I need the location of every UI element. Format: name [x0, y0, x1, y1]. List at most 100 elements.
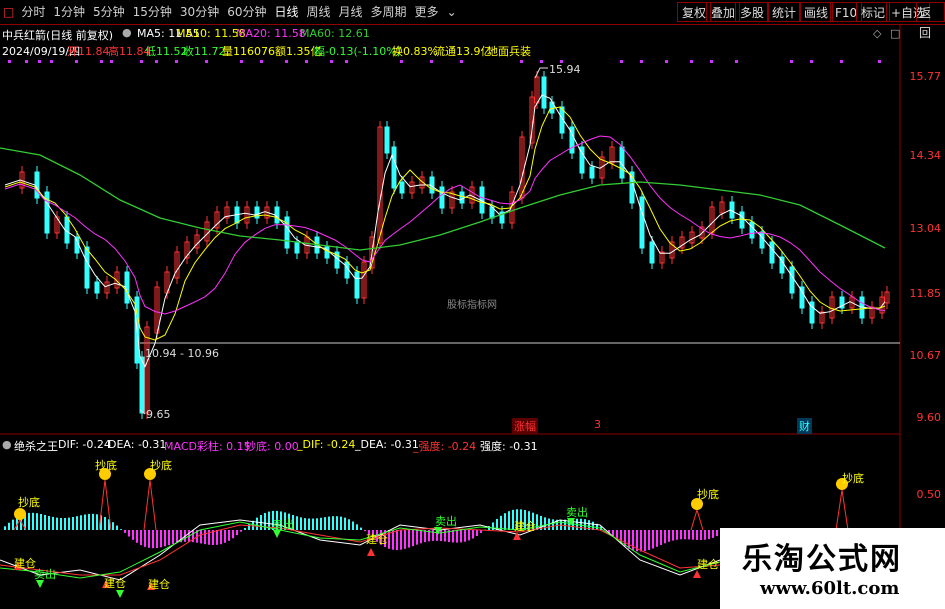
arrow-up-icon [367, 548, 375, 556]
macd-bar [4, 526, 6, 530]
candle-body [739, 211, 745, 229]
macd-bar [356, 524, 358, 530]
macd-bar [688, 530, 690, 540]
macd-bar [664, 530, 666, 544]
macd-bar [176, 530, 178, 543]
top-marker-dot [640, 60, 643, 63]
low-price-label: 9.65 [146, 408, 171, 421]
candle-body [354, 271, 360, 299]
macd-bar [476, 530, 478, 537]
candle-body [759, 231, 765, 249]
macd-bar [32, 512, 34, 530]
candle-body [94, 281, 100, 294]
signal-spike [690, 508, 704, 531]
top-marker-dot [790, 60, 793, 63]
macd-bar [316, 518, 318, 530]
macd-bar [44, 514, 46, 530]
top-marker-dot [840, 60, 843, 63]
macd-bar [104, 516, 106, 530]
macd-bar [716, 530, 718, 537]
macd-bar [300, 517, 302, 530]
macd-bar [304, 518, 306, 530]
event-mark[interactable]: 3 [594, 418, 601, 431]
center-watermark: 股标指标网 [447, 300, 497, 311]
candle-body [789, 266, 795, 294]
macd-bar [424, 530, 426, 543]
top-marker-dot [285, 60, 288, 63]
stock-chart-window: □ 分时 1分钟 5分钟 15分钟 30分钟 60分钟 日线 周线 月线 多周期… [0, 0, 945, 609]
macd-bar [64, 517, 66, 530]
macd-bar [684, 530, 686, 540]
macd-bar [552, 519, 554, 530]
indicator-name: 绝杀之王 [14, 440, 58, 453]
macd-bar [168, 530, 170, 546]
indicator-buy: 抄底: 0.00 [245, 440, 299, 453]
macd-bar [112, 522, 114, 530]
macd-bar [504, 513, 506, 530]
macd-bar [240, 530, 242, 532]
top-marker-dot [810, 60, 813, 63]
macd-bar [128, 530, 130, 537]
candle-body [399, 181, 405, 194]
macd-bar [116, 525, 118, 530]
macd-bar [456, 530, 458, 543]
macd-bar [40, 513, 42, 530]
signal-sell-label: 卖出 [272, 518, 294, 531]
signal-buy-label: 抄底 [95, 459, 117, 472]
brand-url: www.60lt.com [760, 578, 900, 599]
top-marker-dot [260, 60, 263, 63]
macd-bar [96, 514, 98, 530]
candle-body [649, 241, 655, 264]
event-mark[interactable]: 涨幅 [512, 418, 538, 434]
macd-bar [580, 518, 582, 530]
macd-bar [256, 517, 258, 530]
macd-bar [88, 513, 90, 530]
top-marker-dot [690, 60, 693, 63]
top-marker-dot [620, 60, 623, 63]
macd-bar [648, 530, 650, 550]
macd-bar [708, 530, 710, 540]
macd-bar [336, 516, 338, 530]
indicator-dif: DIF: -0.24 [58, 438, 111, 451]
macd-bar [676, 530, 678, 540]
price-tick: 13.04 [909, 222, 942, 235]
signal-build-label: 建仓 [104, 577, 126, 590]
candle-body [439, 186, 445, 209]
candle-body [749, 221, 755, 239]
candle-body [294, 241, 300, 254]
macd-bar [244, 528, 246, 530]
price-tick: 10.67 [909, 349, 942, 362]
event-mark[interactable]: 财 [797, 418, 812, 434]
macd-bar [360, 527, 362, 530]
macd-bar [124, 530, 126, 533]
macd-bar [680, 530, 682, 540]
top-marker-dot [305, 60, 308, 63]
macd-bar [52, 516, 54, 530]
macd-bar [120, 529, 122, 530]
arrow-down-icon [116, 590, 124, 598]
macd-bar [400, 530, 402, 550]
signal-sell-label: 卖出 [566, 506, 588, 519]
macd-bar [28, 512, 30, 530]
macd-bar [408, 530, 410, 548]
top-marker-dot [430, 60, 433, 63]
price-tick: 15.77 [909, 70, 942, 83]
signal-sell-label: 卖出 [435, 515, 457, 528]
macd-bar [148, 530, 150, 548]
top-marker-dot [8, 60, 11, 63]
macd-bar [460, 530, 462, 543]
indicator-macd: MACD彩柱: 0.15 [164, 440, 251, 453]
macd-bar [224, 530, 226, 543]
candle-body [391, 146, 397, 189]
candle-body [639, 196, 645, 249]
top-marker-dot [460, 60, 463, 63]
signal-buy-label: 抄底 [842, 472, 864, 485]
macd-bar [700, 530, 702, 541]
top-marker-dot [878, 60, 881, 63]
macd-bar [308, 518, 310, 530]
indicator-settings-icon[interactable]: ● [2, 438, 12, 451]
macd-bar [152, 530, 154, 549]
macd-bar [656, 530, 658, 547]
macd-bar [320, 517, 322, 530]
macd-bar [668, 530, 670, 542]
